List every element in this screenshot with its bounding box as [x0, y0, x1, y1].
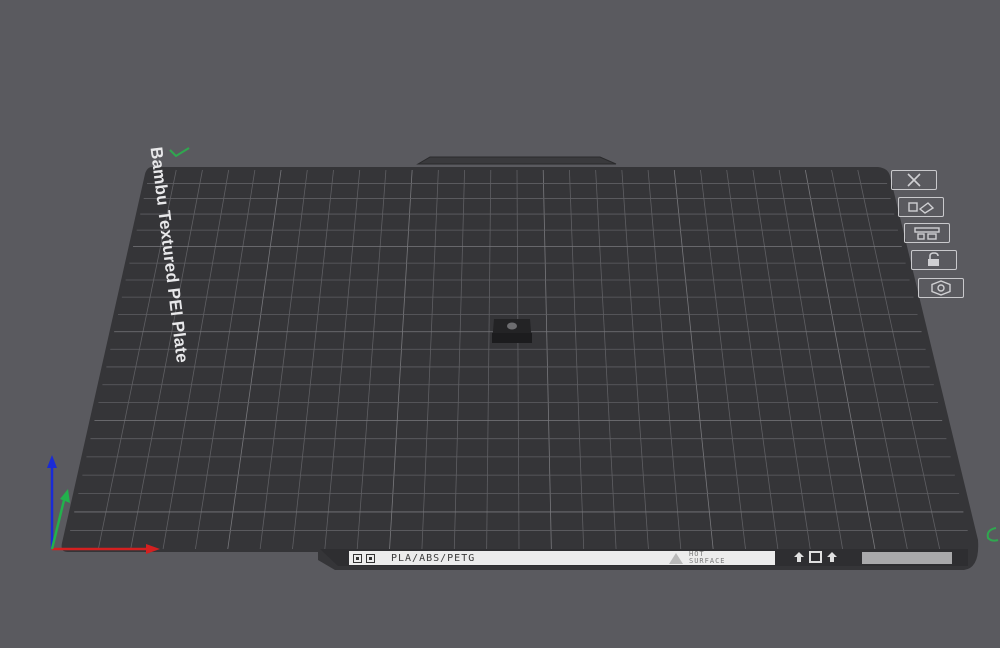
- lock-button[interactable]: [911, 250, 957, 270]
- build-plate[interactable]: [61, 167, 979, 570]
- plate-label-strip: PLA/ABS/PETG HOT SURFACE: [349, 551, 775, 565]
- orient-icon: [914, 227, 940, 240]
- lock-icon: [928, 252, 939, 266]
- origin-marker-icon: [169, 147, 190, 158]
- close-icon: [907, 173, 921, 187]
- plate-type-icon: [366, 553, 375, 563]
- qr-icon: [353, 553, 362, 563]
- edge-marker-icon: [986, 527, 999, 542]
- plate-corner-tab: [862, 552, 952, 564]
- delete-plate-button[interactable]: [891, 170, 937, 190]
- plate-settings-button[interactable]: [918, 278, 964, 298]
- plate-handle: [416, 156, 617, 165]
- arrange-icon: [908, 202, 935, 214]
- hot-surface-warning: HOT SURFACE: [669, 551, 726, 565]
- plate-symbols: [793, 551, 838, 563]
- arrow-up-icon: [794, 552, 804, 562]
- gear-icon: [931, 280, 951, 296]
- orient-button[interactable]: [904, 223, 950, 243]
- arrow-up-icon: [827, 552, 837, 562]
- hot-surface-text: HOT SURFACE: [689, 550, 726, 565]
- model-object[interactable]: [492, 319, 532, 343]
- plate-material-label: PLA/ABS/PETG: [391, 552, 476, 564]
- arrange-button[interactable]: [898, 197, 944, 217]
- warning-icon: [669, 552, 683, 564]
- square-icon: [809, 551, 822, 563]
